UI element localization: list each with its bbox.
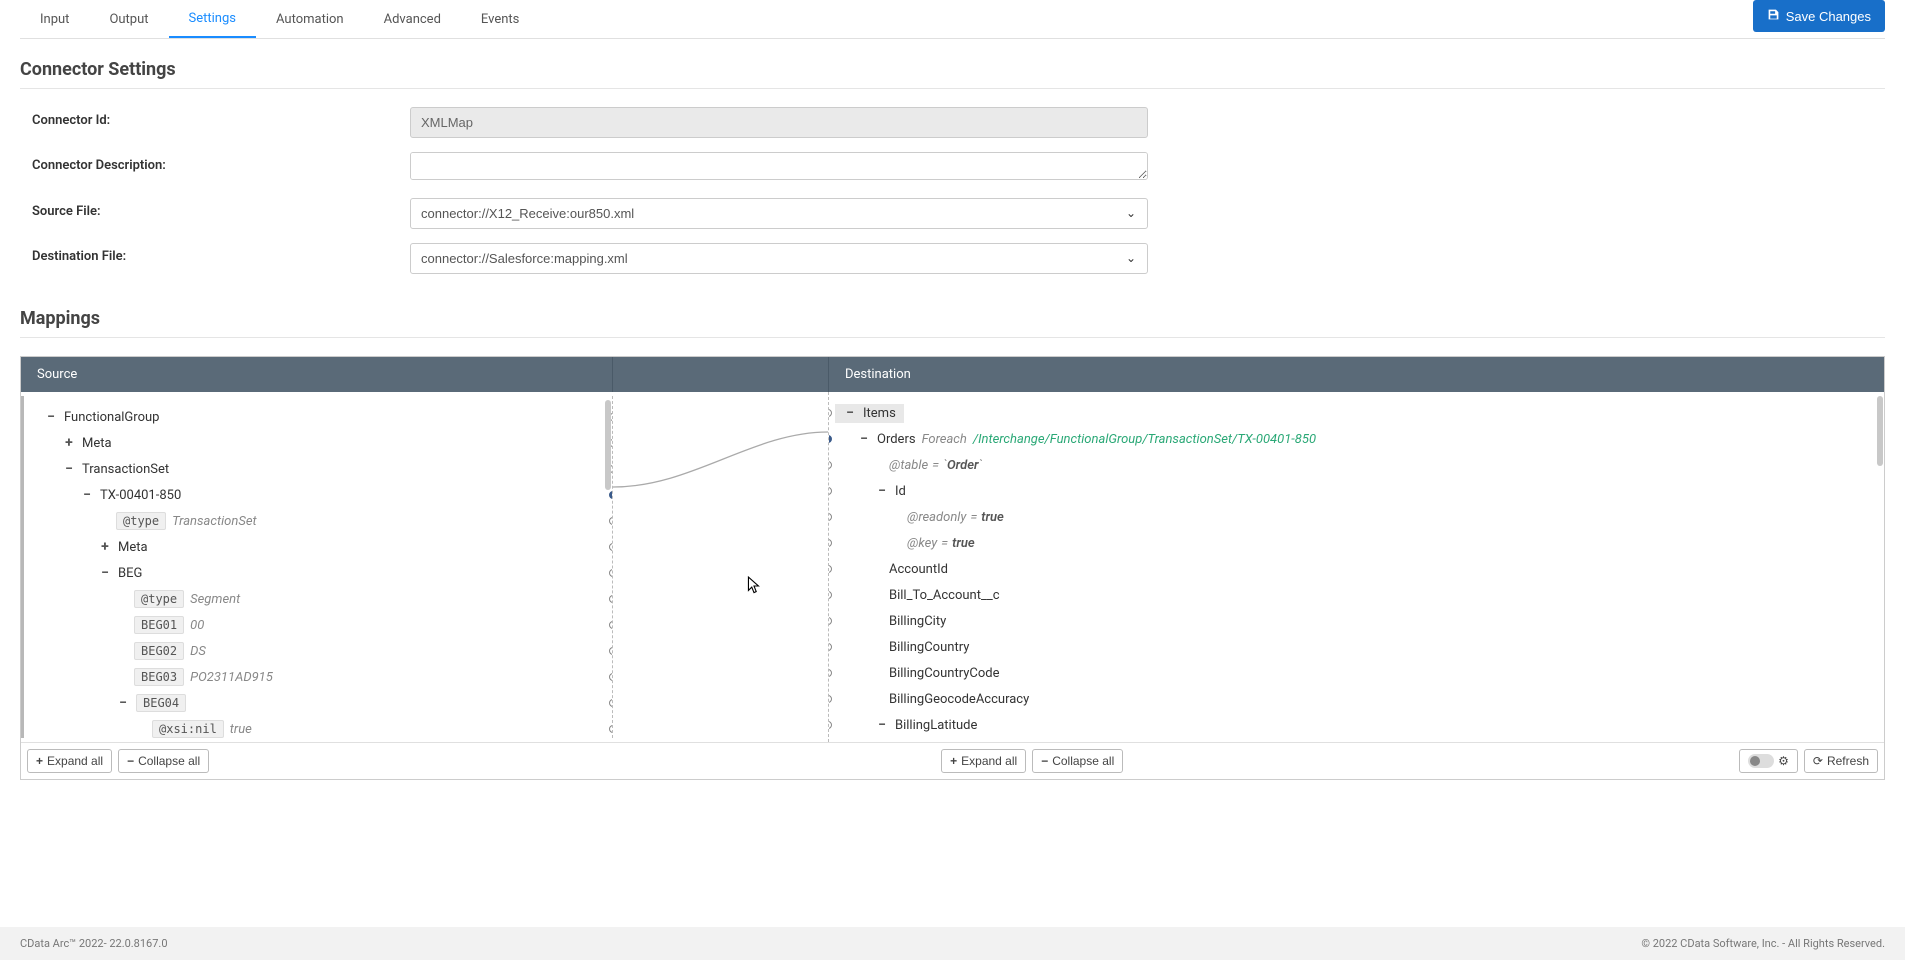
- refresh-icon: ⟳: [1813, 754, 1823, 768]
- tree-node-transactionset[interactable]: TransactionSet: [82, 462, 169, 477]
- theme-toggle[interactable]: ⚙: [1739, 749, 1798, 773]
- tab-advanced[interactable]: Advanced: [364, 2, 461, 37]
- collapse-icon[interactable]: [875, 718, 889, 732]
- tree-node-functionalgroup[interactable]: FunctionalGroup: [64, 410, 159, 425]
- collapse-icon[interactable]: [44, 410, 58, 424]
- tab-settings[interactable]: Settings: [169, 1, 256, 38]
- beg03-value: PO2311AD915: [190, 670, 273, 685]
- page-footer: CData Arc™ 2022- 22.0.8167.0 © 2022 CDat…: [0, 927, 1905, 960]
- attr-readonly-value: true: [981, 510, 1004, 525]
- tree-node-beg01[interactable]: BEG01: [134, 616, 184, 634]
- connector-id-label: Connector Id:: [20, 107, 410, 128]
- attr-table: @table: [889, 458, 928, 473]
- gear-icon: ⚙: [1778, 754, 1789, 768]
- foreach-label: Foreach: [922, 432, 967, 447]
- tree-node-beg04[interactable]: BEG04: [136, 694, 186, 712]
- attr-readonly: @readonly: [907, 510, 966, 525]
- tree-node-tx[interactable]: TX-00401-850: [100, 488, 181, 503]
- connector-desc-field[interactable]: [410, 152, 1148, 180]
- tab-output[interactable]: Output: [89, 2, 168, 37]
- tree-node-billingcity[interactable]: BillingCity: [889, 614, 946, 629]
- source-file-field[interactable]: [410, 198, 1148, 229]
- tab-events[interactable]: Events: [461, 2, 539, 37]
- tree-node-billinggeocode[interactable]: BillingGeocodeAccuracy: [889, 692, 1029, 707]
- tree-node-beg02[interactable]: BEG02: [134, 642, 184, 660]
- collapse-all-dst-button[interactable]: −Collapse all: [1032, 749, 1123, 773]
- connector-desc-label: Connector Description:: [20, 152, 410, 173]
- attr-table-value: Order: [947, 458, 979, 473]
- mapping-footer: +Expand all −Collapse all +Expand all −C…: [21, 742, 1884, 779]
- save-changes-button[interactable]: Save Changes: [1753, 0, 1885, 32]
- connector-settings-title: Connector Settings: [20, 39, 1885, 89]
- collapse-icon[interactable]: [116, 696, 130, 710]
- copyright-label: © 2022 CData Software, Inc. - All Rights…: [1641, 937, 1885, 950]
- mapping-panel: Source Destination FunctionalGroup Meta …: [20, 356, 1885, 780]
- dest-file-field[interactable]: [410, 243, 1148, 274]
- collapse-icon[interactable]: [62, 462, 76, 476]
- save-label: Save Changes: [1786, 9, 1871, 24]
- beg01-value: 00: [190, 618, 204, 633]
- collapse-all-src-button[interactable]: −Collapse all: [118, 749, 209, 773]
- tree-node-accountid[interactable]: AccountId: [889, 562, 948, 577]
- dest-file-label: Destination File:: [20, 243, 410, 264]
- attr-type[interactable]: @type: [134, 590, 184, 608]
- attr-type-value: TransactionSet: [172, 514, 257, 529]
- attr-type[interactable]: @type: [116, 512, 166, 530]
- tree-node-items[interactable]: Items: [863, 406, 896, 421]
- tree-node-billingcountrycode[interactable]: BillingCountryCode: [889, 666, 999, 681]
- tab-automation[interactable]: Automation: [256, 2, 364, 37]
- tree-node-billinglatitude[interactable]: BillingLatitude: [895, 718, 977, 733]
- scrollbar[interactable]: [1877, 396, 1883, 466]
- source-header: Source: [21, 357, 613, 392]
- scrollbar[interactable]: [605, 400, 611, 490]
- tree-node-meta2[interactable]: Meta: [118, 540, 148, 555]
- tree-node-billingcountry[interactable]: BillingCountry: [889, 640, 969, 655]
- collapse-icon[interactable]: [80, 488, 94, 502]
- tree-node-meta[interactable]: Meta: [82, 436, 112, 451]
- tree-node-beg[interactable]: BEG: [118, 566, 142, 581]
- collapse-icon[interactable]: [857, 432, 871, 446]
- source-file-label: Source File:: [20, 198, 410, 219]
- expand-icon[interactable]: [98, 540, 112, 554]
- attr-key-value: true: [952, 536, 975, 551]
- expand-all-dst-button[interactable]: +Expand all: [941, 749, 1026, 773]
- foreach-path: /Interchange/FunctionalGroup/Transaction…: [973, 432, 1316, 447]
- tree-node-beg03[interactable]: BEG03: [134, 668, 184, 686]
- beg02-value: DS: [190, 644, 206, 659]
- connector-id-field: [410, 107, 1148, 138]
- tab-bar: Input Output Settings Automation Advance…: [20, 0, 1885, 39]
- collapse-icon[interactable]: [843, 406, 857, 420]
- collapse-icon[interactable]: [98, 566, 112, 580]
- tree-node-billtoaccount[interactable]: Bill_To_Account__c: [889, 588, 1000, 603]
- tree-node-orders[interactable]: Orders: [877, 432, 916, 447]
- expand-icon[interactable]: [62, 436, 76, 450]
- tree-node-id[interactable]: Id: [895, 484, 906, 499]
- xsi-nil-value: true: [230, 722, 252, 737]
- source-tree[interactable]: FunctionalGroup Meta TransactionSet TX-0…: [21, 396, 613, 738]
- collapse-icon[interactable]: [875, 484, 889, 498]
- attr-xsi-nil[interactable]: @xsi:nil: [152, 720, 224, 738]
- destination-header: Destination: [829, 357, 1884, 392]
- destination-tree[interactable]: Items Orders Foreach/Interchange/Function…: [829, 392, 1884, 742]
- save-icon: [1767, 8, 1780, 24]
- mapping-connector-area: [613, 392, 829, 742]
- refresh-button[interactable]: ⟳Refresh: [1804, 749, 1878, 773]
- version-label: CData Arc™ 2022- 22.0.8167.0: [20, 937, 168, 950]
- attr-key: @key: [907, 536, 937, 551]
- attr-type-value: Segment: [190, 592, 240, 607]
- mappings-title: Mappings: [20, 288, 1885, 338]
- expand-all-src-button[interactable]: +Expand all: [27, 749, 112, 773]
- tab-input[interactable]: Input: [20, 2, 89, 37]
